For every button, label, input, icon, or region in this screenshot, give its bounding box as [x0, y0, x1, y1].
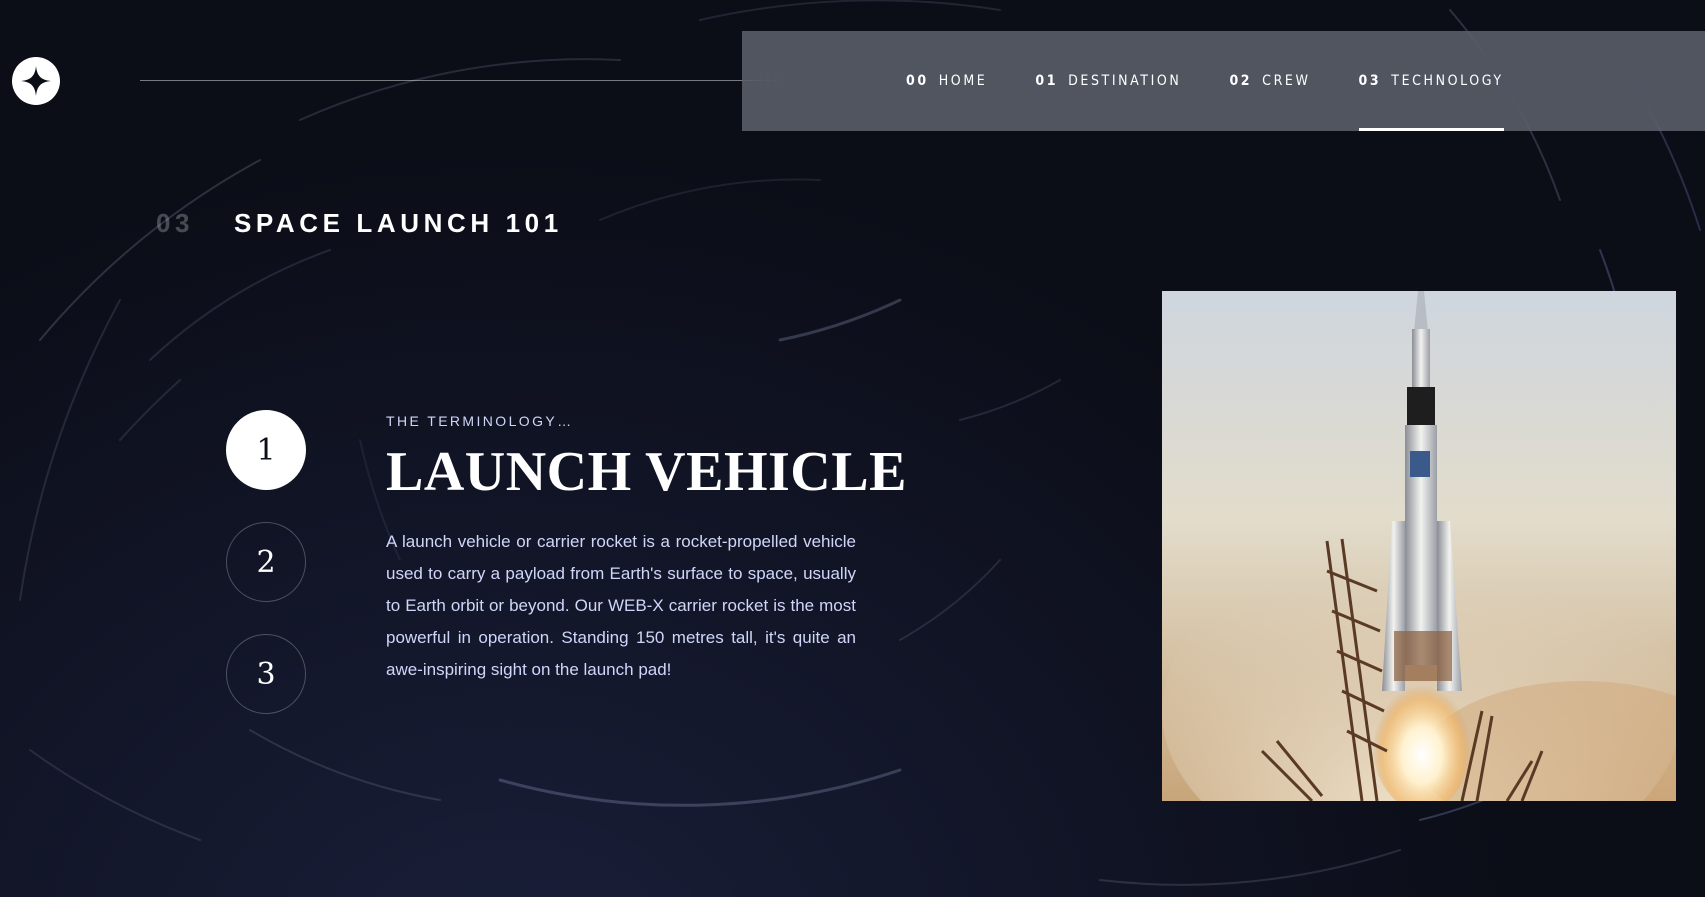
technology-page: 00 HOME 01 DESTINATION 02 CREW 03 TECHNO…: [0, 0, 1705, 897]
technology-title: LAUNCH VEHICLE: [386, 441, 907, 503]
rocket-illustration: [1162, 291, 1676, 801]
step-button-2[interactable]: 2: [226, 522, 306, 602]
step-button-1[interactable]: 1: [226, 410, 306, 490]
nav-item-label: TECHNOLOGY: [1391, 73, 1504, 89]
nav-item-number: 01: [1035, 73, 1059, 89]
terminology-eyebrow: THE TERMINOLOGY…: [386, 413, 574, 429]
nav-item-label: CREW: [1262, 73, 1311, 89]
nav-item-label: DESTINATION: [1068, 73, 1182, 89]
main-nav: 00 HOME 01 DESTINATION 02 CREW 03 TECHNO…: [742, 31, 1705, 131]
nav-item-number: 00: [906, 73, 929, 89]
nav-item-destination[interactable]: 01 DESTINATION: [1035, 31, 1181, 131]
rocket-launch-photo: [1162, 291, 1676, 801]
nav-item-home[interactable]: 00 HOME: [906, 31, 987, 131]
technology-description: A launch vehicle or carrier rocket is a …: [386, 532, 856, 679]
four-point-star-icon: [21, 66, 51, 96]
logo[interactable]: [12, 57, 60, 105]
header-divider-line: [140, 80, 796, 81]
page-title-number: 03: [156, 208, 195, 238]
nav-item-label: HOME: [938, 73, 988, 89]
nav-item-crew[interactable]: 02 CREW: [1229, 31, 1310, 131]
page-title-text: SPACE LAUNCH 101: [233, 208, 563, 238]
nav-item-number: 02: [1229, 73, 1253, 89]
page-title: 03 SPACE LAUNCH 101: [156, 208, 563, 239]
nav-item-number: 03: [1358, 73, 1382, 89]
step-button-3[interactable]: 3: [226, 634, 306, 714]
nav-item-technology[interactable]: 03 TECHNOLOGY: [1358, 31, 1504, 131]
